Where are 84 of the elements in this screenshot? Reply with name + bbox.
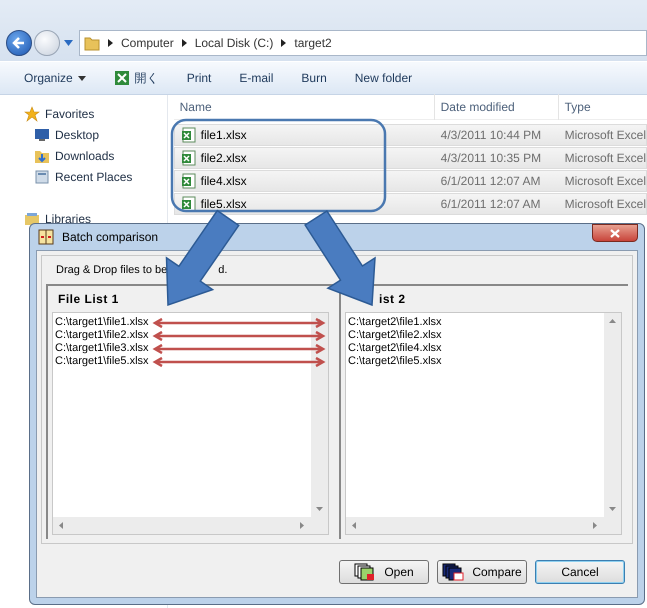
instruction-text: Drag & Drop files to be: [56, 264, 168, 276]
list-item[interactable]: C:\target1\file2.xlsx: [55, 329, 311, 342]
file-type: Microsoft Excel: [564, 197, 646, 211]
toolbar-button[interactable]: Print: [186, 71, 212, 85]
file-name: file4.xlsx: [200, 174, 247, 188]
breadcrumb-item[interactable]: Computer: [121, 36, 174, 50]
stacked-pages-icon: [442, 563, 464, 581]
sidebar-item[interactable]: Favorites: [0, 103, 167, 124]
file-date: 4/3/2011 10:35 PM: [440, 151, 542, 165]
list-item[interactable]: C:\target2\file5.xlsx: [348, 355, 604, 368]
sidebar-item[interactable]: Libraries: [0, 208, 167, 229]
address-bar[interactable]: Computer Local Disk (C:) target2: [79, 30, 647, 56]
window-icon: [34, 168, 50, 184]
toolbar-button[interactable]: Burn: [301, 71, 327, 85]
column-header[interactable]: Date modified: [434, 94, 558, 120]
back-arrow-icon: [12, 36, 26, 50]
file-type: Microsoft Excel: [564, 151, 646, 165]
sidebar-item[interactable]: Recent Places: [0, 166, 167, 187]
breadcrumb-item[interactable]: Local Disk (C:): [194, 36, 274, 50]
chevron-icon[interactable]: [281, 39, 286, 47]
back-button[interactable]: [6, 30, 32, 56]
sidebar-item[interactable]: Downloads: [0, 145, 167, 166]
list-item[interactable]: C:\target2\file2.xlsx: [348, 329, 604, 342]
caret-icon: [78, 76, 86, 80]
file-row[interactable]: file2.xlsx 4/3/2011 10:35 PM Microsoft Excel: [174, 147, 647, 169]
library-icon: [24, 210, 40, 226]
list-item[interactable]: C:\target1\file3.xlsx: [55, 342, 311, 355]
scroll-left-icon[interactable]: [352, 522, 356, 529]
toolbar-button[interactable]: New folder: [354, 71, 412, 85]
toolbar-button[interactable]: 開く: [114, 70, 159, 86]
list-item[interactable]: C:\target2\file4.xlsx: [348, 342, 604, 355]
star-icon: [24, 106, 40, 122]
file-type: Microsoft Excel: [564, 174, 646, 188]
scrollbar[interactable]: [346, 517, 621, 534]
scroll-left-icon[interactable]: [59, 522, 63, 529]
file-row[interactable]: file4.xlsx 6/1/2011 12:07 AM Microsoft Excel: [174, 170, 647, 192]
list-item[interactable]: C:\target2\file1.xlsx: [348, 316, 604, 329]
scroll-down-icon[interactable]: [609, 507, 616, 511]
dialog-title: Batch comparison: [62, 230, 158, 244]
toolbar-button[interactable]: Organize: [24, 71, 86, 85]
spreadsheet-icon: [114, 70, 130, 86]
app-icon: [38, 229, 54, 245]
file-name: file5.xlsx: [200, 197, 247, 211]
scroll-right-icon[interactable]: [300, 522, 304, 529]
file-type: Microsoft Excel: [564, 128, 646, 142]
file-date: 6/1/2011 12:07 AM: [440, 197, 542, 211]
monitor-icon: [34, 126, 50, 142]
scrollbar[interactable]: [53, 517, 328, 534]
scrollbar[interactable]: [604, 313, 621, 517]
folder-icon: [84, 35, 100, 51]
close-button[interactable]: [592, 224, 638, 242]
list-item[interactable]: C:\target1\file5.xlsx: [55, 355, 311, 368]
column-header[interactable]: Name: [174, 100, 434, 114]
file-name: file1.xlsx: [200, 128, 247, 142]
scroll-right-icon[interactable]: [593, 522, 597, 529]
sidebar-item[interactable]: Desktop: [0, 124, 167, 145]
close-icon: [610, 228, 620, 238]
file-name: file2.xlsx: [200, 151, 247, 165]
spreadsheet-icon: [180, 127, 197, 143]
scroll-down-icon[interactable]: [316, 507, 323, 511]
file-row[interactable]: file5.xlsx 6/1/2011 12:07 AM Microsoft Excel: [174, 193, 647, 215]
spreadsheet-icon: [180, 150, 197, 166]
instruction-text: d.: [218, 264, 228, 276]
chevron-icon[interactable]: [108, 39, 113, 47]
spreadsheet-icon: [180, 173, 197, 189]
file-date: 6/1/2011 12:07 AM: [440, 174, 542, 188]
file-row[interactable]: file1.xlsx 4/3/2011 10:44 PM Microsoft Excel: [174, 124, 647, 146]
dialog-button[interactable]: Compare: [437, 560, 527, 584]
toolbar-button[interactable]: E-mail: [239, 71, 274, 85]
breadcrumb-item[interactable]: target2: [294, 36, 332, 50]
file-list[interactable]: C:\target2\file1.xlsx C:\target2\file2.xlsx C:\target2\file4.xlsx C:\target2\file5.xlsx: [345, 312, 622, 535]
dialog-button[interactable]: Cancel: [535, 560, 625, 584]
dialog-button[interactable]: Open: [339, 560, 429, 584]
spreadsheet-icon: [180, 196, 197, 212]
list-item[interactable]: C:\target1\file1.xlsx: [55, 316, 311, 329]
chevron-icon[interactable]: [182, 39, 187, 47]
column-header[interactable]: Type: [558, 94, 647, 120]
scrollbar[interactable]: [311, 313, 328, 517]
list-title: ist 2: [379, 292, 406, 306]
dropdown-icon[interactable]: [64, 40, 73, 46]
file-list[interactable]: C:\target1\file1.xlsx C:\target1\file2.xlsx C:\target1\file3.xlsx C:\target1\file5.xlsx: [52, 312, 329, 535]
file-date: 4/3/2011 10:44 PM: [440, 128, 542, 142]
stacked-pages-icon: [354, 563, 376, 581]
list-title: File List 1: [58, 292, 119, 306]
